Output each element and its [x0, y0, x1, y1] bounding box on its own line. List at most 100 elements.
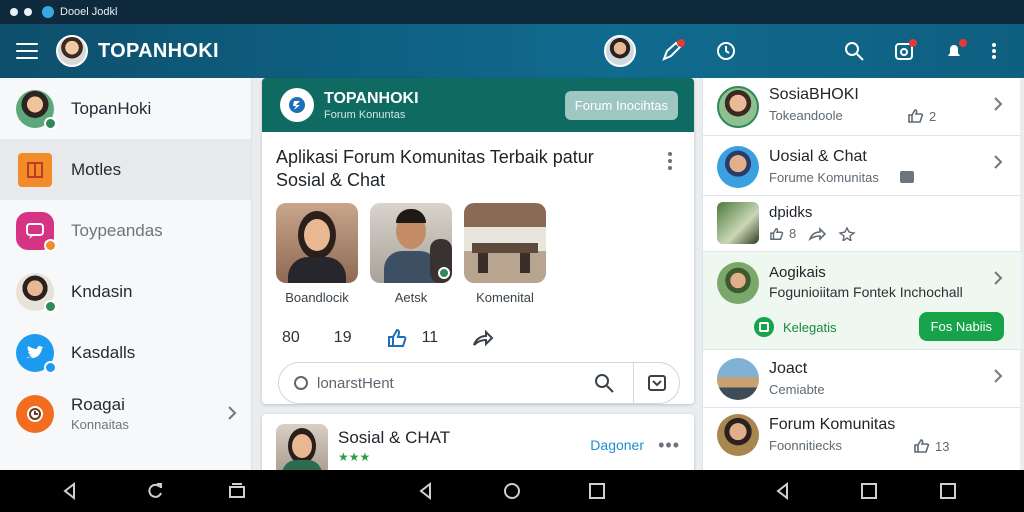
community-list: SosiaBHOKI Tokeandoole 2 Uosial & Chat F… [702, 78, 1021, 470]
thumbnail-item[interactable]: Boandlocik [276, 203, 358, 305]
message-icon [900, 171, 914, 183]
search-icon[interactable] [593, 372, 615, 394]
drawer-item-label: Kndasin [71, 281, 133, 301]
forum-subtitle: Forum Konuntas [324, 108, 406, 121]
featured-link[interactable]: Kelegatis [753, 316, 836, 338]
community-avatar [717, 202, 759, 244]
thumbnail-caption: Aetsk [394, 290, 428, 305]
thumbnail-item[interactable]: Aetsk [370, 203, 452, 305]
home-icon[interactable] [502, 481, 522, 501]
community-title: Uosial & Chat [769, 148, 867, 165]
thumbnail-item[interactable]: Komenital [464, 203, 546, 305]
profile-avatar[interactable] [56, 35, 88, 67]
community-count: 8 [769, 226, 856, 241]
post-stats: 80 19 11 [282, 328, 494, 348]
post-more-icon[interactable] [668, 152, 672, 170]
overview-icon[interactable] [587, 481, 607, 501]
navigation-drawer: TopanHoki Motles Toypeandas Kndasin Kasd… [0, 78, 252, 470]
drawer-item-kasdalls[interactable]: Kasdalls [0, 322, 251, 383]
join-button[interactable]: Fos Nabiis [918, 312, 1004, 341]
drawer-item-toypeandas[interactable]: Toypeandas [0, 200, 251, 261]
drawer-item-motles[interactable]: Motles [0, 139, 251, 200]
community-title: SosiaBHOKI [769, 86, 859, 103]
topanhoki-avatar [16, 89, 57, 130]
community-subtitle: Fogunioiitam Fontek Inchochall [769, 284, 963, 300]
community-subtitle: Cemiabte [769, 382, 825, 397]
share-icon[interactable] [472, 328, 494, 348]
recents-icon[interactable] [227, 481, 247, 501]
community-avatar [717, 146, 759, 188]
clock-icon [717, 42, 735, 60]
edit-button[interactable] [656, 35, 688, 67]
drawer-item-topanhoki[interactable]: TopanHoki [0, 78, 251, 139]
chevron-right-icon [994, 97, 1003, 111]
system-navigation-bar [0, 470, 1024, 512]
more-horizontal-icon[interactable]: ••• [658, 435, 680, 456]
drawer-item-label: Motles [71, 159, 122, 179]
post-title: Sosial & CHAT [338, 428, 451, 447]
stat-views: 80 [282, 329, 300, 346]
list-item[interactable]: Forum Komunitas Foonnitiecks 13 [703, 408, 1021, 470]
forum-pill-button[interactable]: Forum Inocihtas [564, 90, 678, 120]
kndasin-avatar [16, 272, 57, 313]
notifications-button[interactable] [938, 35, 970, 67]
user-avatar[interactable] [604, 35, 636, 67]
history-button[interactable] [710, 35, 742, 67]
clock-badge-icon [16, 394, 54, 433]
overflow-menu-button[interactable] [978, 35, 1010, 67]
post-card: TOPANHOKI Forum Konuntas Forum Inocihtas… [262, 78, 694, 404]
share-icon [808, 226, 827, 241]
back-icon[interactable] [773, 481, 793, 501]
chat-bubble-icon [16, 211, 57, 252]
app-title: TOPANHOKI [98, 39, 219, 62]
community-count: 13 [913, 438, 949, 454]
search-button[interactable] [838, 35, 870, 67]
motles-icon [18, 152, 52, 187]
list-item[interactable]: Uosial & Chat Forume Komunitas [703, 136, 1021, 196]
like-icon[interactable] [386, 328, 408, 348]
list-item[interactable]: dpidks 8 [703, 196, 1021, 252]
community-avatar [717, 262, 759, 304]
search-icon [845, 42, 864, 61]
chevron-right-icon [228, 406, 237, 420]
community-subtitle: Forume Komunitas [769, 170, 879, 185]
chevron-right-icon [994, 155, 1003, 169]
overview-icon[interactable] [938, 481, 958, 501]
circle-icon [294, 376, 308, 390]
more-vertical-icon [992, 43, 996, 59]
list-item[interactable]: SosiaBHOKI Tokeandoole 2 [703, 78, 1021, 136]
author-photo [276, 424, 328, 476]
post-link[interactable]: Dagoner [590, 437, 644, 453]
camera-button[interactable] [888, 35, 920, 67]
overview-icon[interactable] [859, 481, 879, 501]
thumbs-up-icon [908, 109, 924, 123]
drawer-item-roagai[interactable]: Roagai Konnaitas [0, 383, 251, 444]
community-title: Joact [769, 360, 808, 377]
menu-icon[interactable] [16, 43, 38, 59]
post-title: Aplikasi Forum Komunitas Terbaik patur S… [276, 147, 594, 190]
community-count: 2 [907, 108, 936, 124]
notification-dot-icon [10, 8, 18, 16]
list-item[interactable]: Joact Cemiabte [703, 350, 1021, 408]
thumbs-up-icon [770, 227, 784, 240]
community-avatar [717, 86, 759, 128]
post-thumbnails: Boandlocik Aetsk Komenital [276, 203, 546, 305]
bird-icon [16, 333, 57, 374]
back-icon[interactable] [416, 481, 436, 501]
community-avatar [717, 358, 759, 400]
send-button[interactable] [633, 363, 679, 403]
stat-comments: 19 [333, 329, 352, 346]
back-icon[interactable] [60, 481, 80, 501]
comment-input[interactable]: lonarstHent [278, 362, 680, 404]
thumbnail-caption: Komenital [476, 290, 534, 305]
status-bar: Dooel Jodkl 2 3 [0, 0, 1024, 470]
community-title: Forum Komunitas [769, 416, 896, 433]
refresh-icon[interactable] [145, 481, 165, 501]
community-subtitle: Tokeandoole [769, 108, 843, 123]
drawer-item-kndasin[interactable]: Kndasin [0, 261, 251, 322]
notification-dot-icon [24, 8, 32, 16]
forum-name: TOPANHOKI [324, 89, 419, 107]
thumbs-up-icon [914, 439, 930, 453]
app-status-icon [42, 6, 54, 18]
chevron-right-icon [994, 271, 1003, 285]
